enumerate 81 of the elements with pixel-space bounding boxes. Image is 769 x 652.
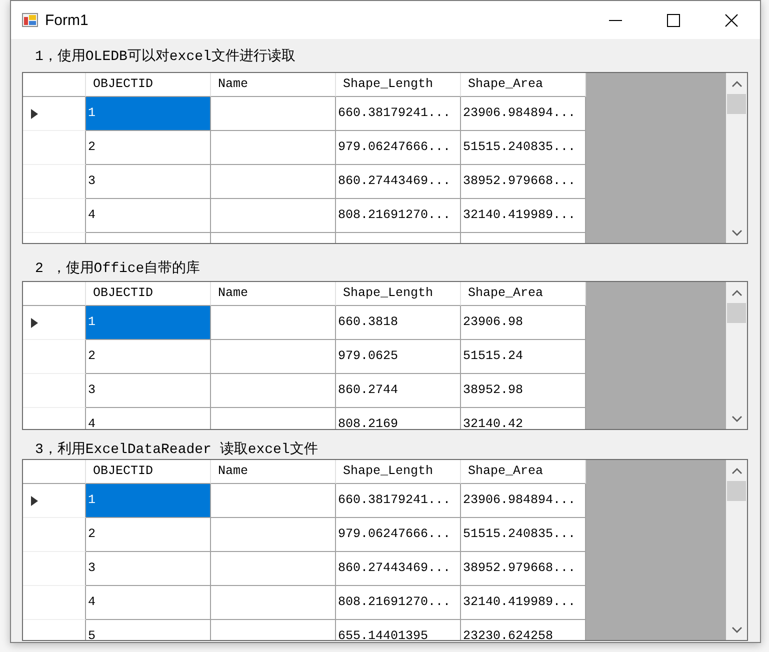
table-cell: 979.06247666... [336,518,461,552]
table-cell: 51515.240835... [461,518,586,552]
table-cell: 51515.24 [461,340,586,374]
chevron-down-icon [732,230,742,236]
column-header[interactable]: Shape_Length [336,73,461,97]
table-cell: 3 [86,552,211,586]
table-cell: 2 [86,518,211,552]
column-header[interactable]: OBJECTID [86,460,211,484]
section-label: 1，使用OLEDB可以对excel文件进行读取 [34,47,296,65]
table-cell: 2 [86,340,211,374]
row-header[interactable] [23,374,86,408]
table-cell: 1 [86,97,211,131]
row-header[interactable] [23,586,86,620]
table-cell: 5 [86,620,211,640]
row-header[interactable] [23,484,86,518]
scrollbar-thumb[interactable] [727,303,746,323]
section-label: 2 ，使用Office自带的库 [34,259,200,277]
table-cell: 660.38179241... [336,484,461,518]
table-cell: 1 [86,306,211,340]
row-header[interactable] [23,518,86,552]
chevron-up-icon [732,290,742,296]
table-cell: 38952.979668... [461,552,586,586]
column-header[interactable]: Shape_Area [461,460,586,484]
column-header[interactable]: Shape_Length [336,460,461,484]
column-header[interactable]: OBJECTID [86,282,211,306]
table-cell: 4 [86,586,211,620]
row-header[interactable] [23,97,86,131]
maximize-icon [666,14,680,26]
row-header[interactable] [23,131,86,165]
table-cell: 3 [86,374,211,408]
vertical-scrollbar[interactable] [726,73,747,243]
table-cell: 808.2169 [336,408,461,429]
column-header[interactable]: Shape_Length [336,282,461,306]
chevron-down-icon [732,416,742,422]
table-cell: 38952.979668... [461,165,586,199]
column-header[interactable]: Name [211,460,336,484]
row-header[interactable] [23,552,86,586]
table-cell: 23906.98 [461,306,586,340]
scrollbar-thumb[interactable] [727,94,746,114]
table-cell: 4 [86,199,211,233]
table-cell: 23906.984894... [461,97,586,131]
app-icon [22,12,38,28]
table-cell: 4 [86,408,211,429]
column-header[interactable]: Name [211,73,336,97]
window-title: Form1 [45,12,88,28]
table-cell: 23906.984894... [461,484,586,518]
table-cell: 32140.419989... [461,199,586,233]
table-cell: 51515.240835... [461,131,586,165]
close-icon [724,14,738,26]
row-header[interactable] [23,340,86,374]
row-header[interactable] [23,199,86,233]
row-header[interactable] [23,306,86,340]
section-label: 3，利用ExcelDataReader 读取excel文件 [34,440,318,458]
table-cell: 979.06247666... [336,131,461,165]
vertical-scrollbar[interactable] [726,460,747,640]
chevron-down-icon [732,626,742,632]
table-cell: 808.21691270... [336,199,461,233]
column-header[interactable]: Shape_Area [461,73,586,97]
vertical-scrollbar[interactable] [726,282,747,429]
column-header[interactable]: Name [211,282,336,306]
table-cell: 1 [86,484,211,518]
table-cell: 860.2744 [336,374,461,408]
table-cell: 2 [86,131,211,165]
table-cell: 660.38179241... [336,97,461,131]
chevron-up-icon [732,468,742,474]
table-cell: 660.3818 [336,306,461,340]
table-cell: 979.0625 [336,340,461,374]
scrollbar-thumb[interactable] [727,481,746,501]
column-header[interactable]: OBJECTID [86,73,211,97]
table-cell: 655.14401395 [336,620,461,640]
chevron-up-icon [732,80,742,86]
table-cell: 32140.419989... [461,586,586,620]
table-cell: 808.21691270... [336,586,461,620]
table-cell: 32140.42 [461,408,586,429]
table-cell: 23230.624258 [461,620,586,640]
table-cell: 3 [86,165,211,199]
table-cell: 860.27443469... [336,552,461,586]
row-header[interactable] [23,165,86,199]
column-header[interactable]: Shape_Area [461,282,586,306]
table-cell: 860.27443469... [336,165,461,199]
table-cell: 38952.98 [461,374,586,408]
